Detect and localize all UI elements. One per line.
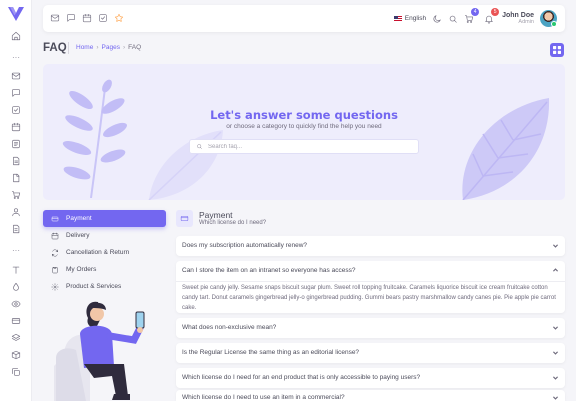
faq-search-box[interactable] xyxy=(189,139,419,154)
faq-question: What does non-exclusive mean? xyxy=(182,324,277,331)
chevron-right-icon: › xyxy=(96,44,99,51)
faq-question: Which license do I need for an end produ… xyxy=(182,374,421,381)
category-delivery[interactable]: Delivery xyxy=(43,227,166,244)
category-cancellation-return[interactable]: Cancellation & Return xyxy=(43,244,166,261)
sidebar: ··· ··· xyxy=(0,0,32,401)
file-icon[interactable] xyxy=(10,172,22,184)
hero-subheading: or choose a category to quickly find the… xyxy=(226,123,382,130)
kanban-icon[interactable] xyxy=(10,138,22,150)
search-icon xyxy=(197,144,202,149)
language-selector[interactable]: English xyxy=(393,15,427,22)
grid-icon xyxy=(553,46,561,54)
breadcrumb-pages[interactable]: Pages xyxy=(102,44,120,51)
user-role: Admin xyxy=(518,18,534,25)
leaf-illustration xyxy=(62,79,127,198)
mail-icon[interactable] xyxy=(10,70,22,82)
credit-card-icon xyxy=(176,210,193,227)
faq-section-title: Payment xyxy=(199,210,233,220)
category-product-services[interactable]: Product & Services xyxy=(43,278,166,295)
chat-icon[interactable] xyxy=(10,87,22,99)
divider xyxy=(176,281,565,282)
cart-count-badge: 4 xyxy=(471,7,480,16)
notification-count-badge: 5 xyxy=(491,7,500,16)
gear-icon xyxy=(51,282,59,291)
more-icon: ··· xyxy=(12,53,20,62)
page-icon[interactable] xyxy=(10,223,22,235)
user-icon[interactable] xyxy=(10,206,22,218)
chevron-down-icon xyxy=(552,394,559,401)
breadcrumb-home[interactable]: Home xyxy=(76,44,93,51)
notification-button[interactable]: 5 xyxy=(484,7,500,24)
grid-menu-button[interactable] xyxy=(550,43,564,57)
search-icon[interactable] xyxy=(448,14,458,24)
faq-question: Which license do I need to use an item i… xyxy=(182,394,345,401)
brand-logo[interactable] xyxy=(8,7,24,21)
todo-icon[interactable] xyxy=(10,104,22,116)
avatar[interactable] xyxy=(540,10,557,27)
hero-heading: Let's answer some questions xyxy=(210,108,398,122)
top-navbar: English 4 5 John Doe Admin xyxy=(43,5,565,32)
breadcrumb: Home › Pages › FAQ xyxy=(76,44,141,51)
calendar-icon[interactable] xyxy=(10,121,22,133)
todo-icon[interactable] xyxy=(98,13,108,23)
cart-icon[interactable] xyxy=(10,189,22,201)
leaf-illustration xyxy=(148,130,223,200)
user-info[interactable]: John Doe Admin xyxy=(502,12,534,26)
chevron-right-icon: › xyxy=(122,44,126,51)
layers-icon[interactable] xyxy=(10,332,22,344)
calendar-icon xyxy=(51,232,59,239)
category-label: Cancellation & Return xyxy=(66,249,130,256)
woman-with-phone-illustration xyxy=(54,301,145,401)
more-icon: ··· xyxy=(12,246,20,255)
page-title: FAQ xyxy=(43,42,67,54)
category-payment[interactable]: Payment xyxy=(43,210,166,227)
credit-card-icon xyxy=(51,216,59,221)
chevron-down-icon xyxy=(552,242,559,249)
category-my-orders[interactable]: My Orders xyxy=(43,261,166,278)
user-name: John Doe xyxy=(502,11,534,19)
home-icon[interactable] xyxy=(10,30,22,42)
faq-item-expanded[interactable]: Can I store the item on an intranet so e… xyxy=(176,261,565,313)
us-flag-icon xyxy=(393,15,402,22)
copy-icon[interactable] xyxy=(10,366,22,378)
faq-search-input[interactable] xyxy=(208,143,388,150)
faq-item[interactable]: Which license do I need for an end produ… xyxy=(176,368,565,388)
breadcrumb-current: FAQ xyxy=(128,44,142,51)
title-divider xyxy=(68,42,69,54)
chevron-down-icon xyxy=(552,349,559,356)
chevron-down-icon xyxy=(552,374,559,381)
faq-section-subtitle: Which license do I need? xyxy=(199,220,267,226)
faq-item[interactable]: Which license do I need to use an item i… xyxy=(176,390,565,401)
chat-icon[interactable] xyxy=(66,13,76,23)
droplet-icon[interactable] xyxy=(10,281,22,293)
faq-item[interactable]: What does non-exclusive mean? xyxy=(176,318,565,338)
category-label: Payment xyxy=(66,215,92,222)
faq-question: Can I store the item on an intranet so e… xyxy=(182,267,356,274)
card-icon[interactable] xyxy=(10,315,22,327)
faq-question: Is the Regular License the same thing as… xyxy=(182,349,360,356)
mail-icon[interactable] xyxy=(50,13,60,23)
moon-icon[interactable] xyxy=(432,14,442,24)
clipboard-icon xyxy=(52,266,58,273)
star-icon[interactable] xyxy=(114,13,124,23)
faq-search-banner: Let's answer some questions or choose a … xyxy=(43,64,565,200)
cart-button[interactable]: 4 xyxy=(464,7,480,24)
refresh-icon xyxy=(52,249,58,256)
faq-item[interactable]: Is the Regular License the same thing as… xyxy=(176,343,565,363)
typography-icon[interactable] xyxy=(10,264,22,276)
package-icon[interactable] xyxy=(10,349,22,361)
category-label: Delivery xyxy=(66,232,90,239)
calendar-icon[interactable] xyxy=(82,13,92,23)
chevron-down-icon xyxy=(552,324,559,331)
language-label: English xyxy=(404,15,427,22)
chevron-up-icon xyxy=(552,267,559,274)
invoice-icon[interactable] xyxy=(10,155,22,167)
category-label: Product & Services xyxy=(66,283,122,290)
category-label: My Orders xyxy=(66,266,97,273)
faq-answer: Sweet pie candy jelly. Sesame snaps bisc… xyxy=(182,285,556,311)
faq-item[interactable]: Does my subscription automatically renew… xyxy=(176,236,565,256)
faq-question: Does my subscription automatically renew… xyxy=(182,242,307,249)
eye-icon[interactable] xyxy=(10,298,22,310)
